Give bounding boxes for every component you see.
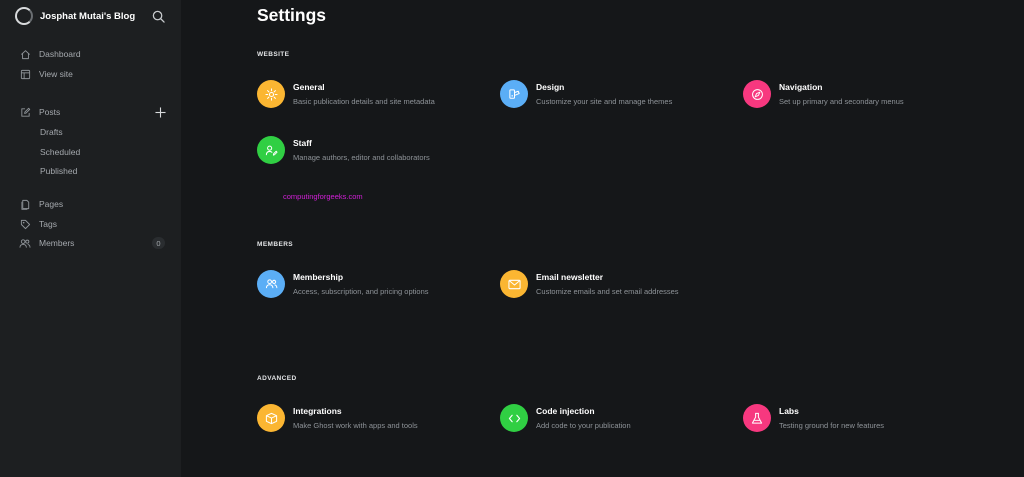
staff-icon [257,136,285,164]
card-description: Customize your site and manage themes [536,96,673,106]
section-title-members: MEMBERS [257,241,294,248]
settings-card-staff[interactable]: Staff Manage authors, editor and collabo… [257,136,430,164]
sidebar-item-view-site[interactable]: View site [19,67,169,81]
settings-card-code-injection[interactable]: Code injection Add code to your publicat… [500,404,631,432]
settings-card-membership[interactable]: Membership Access, subscription, and pri… [257,270,429,298]
card-title: Code injection [536,405,595,416]
card-text: Membership Access, subscription, and pri… [293,272,429,297]
settings-card-email-newsletter[interactable]: Email newsletter Customize emails and se… [500,270,679,298]
gear-icon [257,80,285,108]
card-description: Set up primary and secondary menus [779,96,904,106]
page-icon [19,198,31,210]
section-title-website: WEBSITE [257,51,290,58]
settings-card-labs[interactable]: Labs Testing ground for new features [743,404,884,432]
sidebar-item-label: Dashboard [39,49,81,59]
sidebar-item-label: View site [39,69,73,79]
sidebar-item-members[interactable]: Members [19,236,169,250]
flask-icon [743,404,771,432]
box-icon [257,404,285,432]
brand-title: Josphat Mutai's Blog [40,10,136,22]
card-description: Customize emails and set email addresses [536,286,679,296]
sidebar-item-tags[interactable]: Tags [19,217,169,231]
members-count-badge: 0 [152,237,165,249]
site-logo-icon [15,7,33,25]
sidebar-item-label: Members [39,238,75,248]
sidebar-subitem-published[interactable]: Published [40,165,77,177]
sidebar: Josphat Mutai's Blog Dashboard View site [0,0,181,477]
card-text: Integrations Make Ghost work with apps a… [293,406,418,431]
sidebar-item-pages[interactable]: Pages [19,197,169,211]
brand[interactable]: Josphat Mutai's Blog [15,7,135,25]
card-text: Email newsletter Customize emails and se… [536,272,679,297]
edit-icon [19,106,31,118]
card-text: Navigation Set up primary and secondary … [779,82,904,107]
watermark-text: computingforgeeks.com [283,192,363,201]
search-icon [152,10,165,23]
card-text: Staff Manage authors, editor and collabo… [293,138,430,163]
browser-icon [19,68,31,80]
ghost-admin-app: Josphat Mutai's Blog Dashboard View site [0,0,1024,477]
settings-card-integrations[interactable]: Integrations Make Ghost work with apps a… [257,404,418,432]
paint-brush-icon [500,80,528,108]
settings-card-navigation[interactable]: Navigation Set up primary and secondary … [743,80,904,108]
sidebar-item-label: Pages [39,199,64,209]
card-title: Email newsletter [536,271,604,282]
card-title: General [293,81,325,92]
home-icon [19,48,31,60]
new-post-button[interactable] [154,106,166,118]
card-title: Staff [293,137,312,148]
membership-icon [257,270,285,298]
sidebar-subitem-drafts[interactable]: Drafts [40,126,63,138]
page-title: Settings [257,5,327,25]
members-icon [19,237,31,249]
card-text: General Basic publication details and si… [293,82,435,107]
card-title: Integrations [293,405,342,416]
code-icon [500,404,528,432]
search-button[interactable] [150,8,166,24]
sidebar-item-posts[interactable]: Posts [19,105,169,119]
sidebar-item-label: Posts [39,107,61,117]
settings-card-general[interactable]: General Basic publication details and si… [257,80,435,108]
plus-icon [154,106,166,118]
card-text: Code injection Add code to your publicat… [536,406,631,431]
card-title: Membership [293,271,344,282]
card-title: Labs [779,405,799,416]
card-title: Design [536,81,565,92]
card-description: Manage authors, editor and collaborators [293,152,430,162]
sidebar-subitem-scheduled[interactable]: Scheduled [40,146,80,158]
card-text: Labs Testing ground for new features [779,406,884,431]
card-description: Basic publication details and site metad… [293,96,435,106]
sidebar-item-label: Tags [39,219,57,229]
envelope-icon [500,270,528,298]
sidebar-item-dashboard[interactable]: Dashboard [19,47,169,61]
settings-card-design[interactable]: Design Customize your site and manage th… [500,80,672,108]
section-title-advanced: ADVANCED [257,375,297,382]
card-description: Testing ground for new features [779,420,885,430]
card-title: Navigation [779,81,823,92]
card-text: Design Customize your site and manage th… [536,82,672,107]
card-description: Add code to your publication [536,420,631,430]
tag-icon [19,218,31,230]
card-description: Make Ghost work with apps and tools [293,420,418,430]
compass-icon [743,80,771,108]
card-description: Access, subscription, and pricing option… [293,286,429,296]
